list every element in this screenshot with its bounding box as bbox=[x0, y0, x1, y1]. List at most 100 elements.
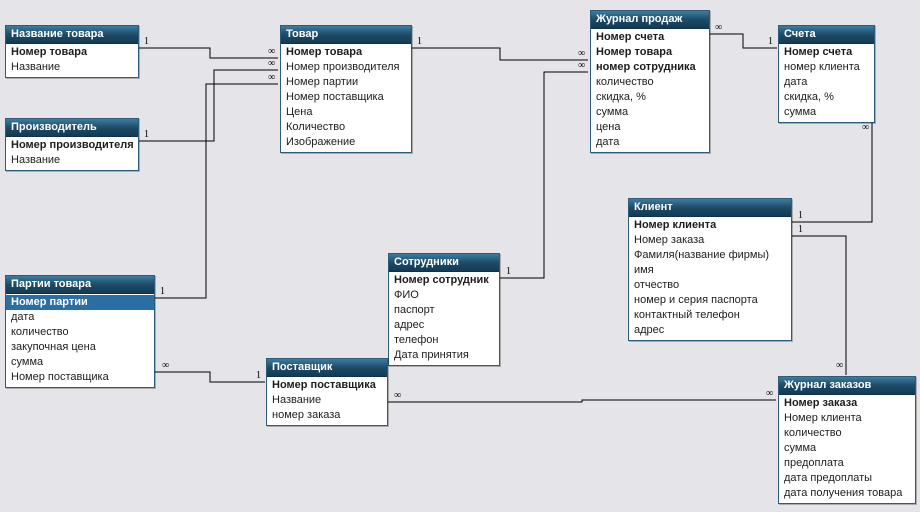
field-row[interactable]: адрес bbox=[389, 318, 499, 333]
field-row[interactable]: Номер клиента bbox=[779, 411, 915, 426]
svg-text:1: 1 bbox=[256, 370, 261, 381]
relation-product-sales_log bbox=[411, 48, 588, 60]
entity-title[interactable]: Сотрудники bbox=[389, 254, 499, 272]
relation-batches-product bbox=[154, 84, 278, 298]
field-row[interactable]: Номер партии bbox=[281, 75, 411, 90]
svg-text:∞: ∞ bbox=[862, 122, 869, 133]
field-row[interactable]: Номер производителя bbox=[281, 60, 411, 75]
field-row[interactable]: закупочная цена bbox=[6, 340, 154, 355]
field-row[interactable]: адрес bbox=[629, 323, 791, 338]
field-row[interactable]: Номер товара bbox=[6, 45, 138, 60]
entity-body: Номер партиидатаколичествозакупочная цен… bbox=[6, 294, 154, 387]
entity-supplier[interactable]: ПоставщикНомер поставщикаНазваниеномер з… bbox=[266, 358, 388, 426]
entity-title[interactable]: Журнал продаж bbox=[591, 11, 709, 29]
field-row[interactable]: Номер счета bbox=[591, 30, 709, 45]
entity-client[interactable]: КлиентНомер клиентаНомер заказаФамиля(на… bbox=[628, 198, 792, 341]
field-row[interactable]: Номер клиента bbox=[629, 218, 791, 233]
field-row[interactable]: сумма bbox=[591, 105, 709, 120]
field-row[interactable]: Номер поставщика bbox=[281, 90, 411, 105]
field-row[interactable]: сумма bbox=[6, 355, 154, 370]
svg-text:∞: ∞ bbox=[268, 58, 275, 69]
entity-sales_log[interactable]: Журнал продажНомер счетаНомер товараноме… bbox=[590, 10, 710, 153]
field-row[interactable]: Номер счета bbox=[779, 45, 874, 60]
entity-body: Номер сотрудникФИОпаспортадрестелефонДат… bbox=[389, 272, 499, 365]
field-row[interactable]: Изображение bbox=[281, 135, 411, 150]
entity-body: Номер производителяНазвание bbox=[6, 137, 138, 170]
entity-body: Номер счетаномер клиентадатаскидка, %сум… bbox=[779, 44, 874, 122]
field-row[interactable]: количество bbox=[591, 75, 709, 90]
relation-supplier-orders_log bbox=[387, 400, 776, 402]
field-row[interactable]: телефон bbox=[389, 333, 499, 348]
field-row[interactable]: номер заказа bbox=[267, 408, 387, 423]
entity-title[interactable]: Производитель bbox=[6, 119, 138, 137]
field-row[interactable]: ФИО bbox=[389, 288, 499, 303]
field-row[interactable]: сумма bbox=[779, 441, 915, 456]
entity-title[interactable]: Журнал заказов bbox=[779, 377, 915, 395]
field-row[interactable]: Название bbox=[267, 393, 387, 408]
field-row[interactable]: количество bbox=[779, 426, 915, 441]
svg-text:∞: ∞ bbox=[715, 22, 722, 33]
field-row[interactable]: сумма bbox=[779, 105, 874, 120]
field-row[interactable]: предоплата bbox=[779, 456, 915, 471]
field-row[interactable]: Номер заказа bbox=[629, 233, 791, 248]
field-row[interactable]: Номер товара bbox=[281, 45, 411, 60]
field-row[interactable]: количество bbox=[6, 325, 154, 340]
field-row[interactable]: Номер товара bbox=[591, 45, 709, 60]
field-row[interactable]: Название bbox=[6, 153, 138, 168]
relation-client-accounts bbox=[791, 123, 872, 222]
field-row[interactable]: отчество bbox=[629, 278, 791, 293]
field-row[interactable]: дата bbox=[779, 75, 874, 90]
field-row[interactable]: Номер сотрудник bbox=[389, 273, 499, 288]
svg-text:1: 1 bbox=[798, 224, 803, 235]
field-row[interactable]: Номер поставщика bbox=[6, 370, 154, 385]
field-row[interactable]: цена bbox=[591, 120, 709, 135]
field-row[interactable]: Номер заказа bbox=[779, 396, 915, 411]
entity-body: Номер счетаНомер товараномер сотрудникак… bbox=[591, 29, 709, 152]
entity-accounts[interactable]: СчетаНомер счетаномер клиентадатаскидка,… bbox=[778, 25, 875, 123]
relation-product_name-product bbox=[138, 48, 278, 58]
relation-employees-sales_log bbox=[499, 72, 588, 278]
field-row[interactable]: Количество bbox=[281, 120, 411, 135]
field-row[interactable]: Дата принятия bbox=[389, 348, 499, 363]
field-row[interactable]: дата предоплаты bbox=[779, 471, 915, 486]
svg-text:1: 1 bbox=[768, 36, 773, 47]
field-row[interactable]: Номер производителя bbox=[6, 138, 138, 153]
entity-manufacturer[interactable]: ПроизводительНомер производителяНазвание bbox=[5, 118, 139, 171]
svg-text:1: 1 bbox=[160, 286, 165, 297]
entity-title[interactable]: Товар bbox=[281, 26, 411, 44]
field-row[interactable]: паспорт bbox=[389, 303, 499, 318]
svg-text:∞: ∞ bbox=[268, 46, 275, 57]
entity-title[interactable]: Поставщик bbox=[267, 359, 387, 377]
svg-text:1: 1 bbox=[417, 36, 422, 47]
field-row[interactable]: Цена bbox=[281, 105, 411, 120]
entity-title[interactable]: Название товара bbox=[6, 26, 138, 44]
field-row[interactable]: дата получения товара bbox=[779, 486, 915, 501]
field-row[interactable]: номер и серия паспорта bbox=[629, 293, 791, 308]
field-row[interactable]: скидка, % bbox=[779, 90, 874, 105]
field-row[interactable]: дата bbox=[591, 135, 709, 150]
svg-text:∞: ∞ bbox=[578, 60, 585, 71]
field-row[interactable]: Фамиля(название фирмы) bbox=[629, 248, 791, 263]
field-row[interactable]: контактный телефон bbox=[629, 308, 791, 323]
relation-supplier-batches bbox=[154, 372, 265, 382]
field-row[interactable]: скидка, % bbox=[591, 90, 709, 105]
field-row[interactable]: номер клиента bbox=[779, 60, 874, 75]
relation-client-orders_log bbox=[791, 236, 846, 375]
entity-employees[interactable]: СотрудникиНомер сотрудникФИОпаспортадрес… bbox=[388, 253, 500, 366]
entity-title[interactable]: Клиент bbox=[629, 199, 791, 217]
field-row[interactable]: номер сотрудника bbox=[591, 60, 709, 75]
entity-body: Номер товараНазвание bbox=[6, 44, 138, 77]
entity-title[interactable]: Партии товара bbox=[6, 276, 154, 294]
entity-product_name[interactable]: Название товараНомер товараНазвание bbox=[5, 25, 139, 78]
entity-product[interactable]: ТоварНомер товараНомер производителяНоме… bbox=[280, 25, 412, 153]
field-row[interactable]: Номер поставщика bbox=[267, 378, 387, 393]
field-row[interactable]: Название bbox=[6, 60, 138, 75]
entity-title[interactable]: Счета bbox=[779, 26, 874, 44]
entity-batches[interactable]: Партии товараНомер партиидатаколичествоз… bbox=[5, 275, 155, 388]
field-row[interactable]: Номер партии bbox=[6, 295, 154, 310]
relation-accounts-sales_log bbox=[709, 34, 777, 48]
svg-text:∞: ∞ bbox=[394, 390, 401, 401]
entity-orders_log[interactable]: Журнал заказовНомер заказаНомер клиентак… bbox=[778, 376, 916, 504]
field-row[interactable]: имя bbox=[629, 263, 791, 278]
field-row[interactable]: дата bbox=[6, 310, 154, 325]
